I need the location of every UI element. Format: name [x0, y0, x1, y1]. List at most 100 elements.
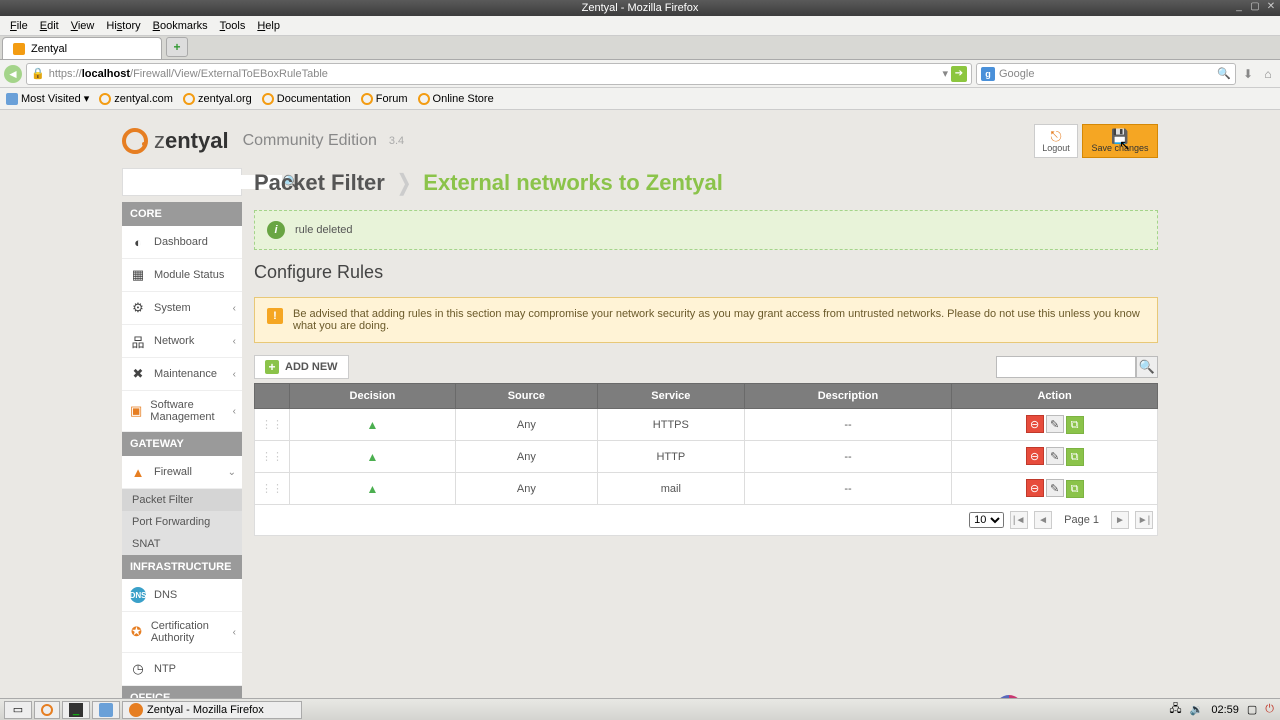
bookmark-link[interactable]: Documentation: [262, 93, 351, 105]
nav-back-button[interactable]: ◄: [4, 65, 22, 83]
pager-last-button[interactable]: ►|: [1135, 511, 1153, 529]
bookmark-link[interactable]: zentyal.com: [99, 93, 173, 105]
table-search-input[interactable]: [996, 356, 1136, 378]
menu-history[interactable]: History: [100, 20, 146, 32]
drag-handle-icon[interactable]: ⋮⋮: [255, 409, 290, 441]
url-input[interactable]: 🔒 https://localhost/Firewall/View/Extern…: [26, 63, 972, 85]
browser-search-input[interactable]: g Google 🔍: [976, 63, 1236, 85]
window-close-icon[interactable]: ✕: [1264, 0, 1278, 14]
pager-perpage-select[interactable]: 10: [969, 512, 1004, 528]
pager-next-button[interactable]: ►: [1111, 511, 1129, 529]
pager-first-button[interactable]: |◄: [1010, 511, 1028, 529]
sidebar-sub-snat[interactable]: SNAT: [122, 533, 242, 555]
alert-success: i rule deleted: [254, 210, 1158, 250]
chevron-left-icon: ‹: [233, 303, 236, 314]
row-edit-button[interactable]: ✎: [1046, 447, 1064, 465]
url-history-dropdown-icon[interactable]: ▾: [939, 67, 951, 80]
browser-tabbar: Zentyal +: [0, 36, 1280, 60]
taskbar-launcher-files[interactable]: [92, 701, 120, 719]
zentyal-icon: [41, 704, 53, 716]
row-clone-button[interactable]: ⧉: [1066, 480, 1084, 498]
menu-file[interactable]: FFileile: [4, 20, 34, 32]
pager-prev-button[interactable]: ◄: [1034, 511, 1052, 529]
sidebar-search[interactable]: 🔍: [122, 168, 242, 196]
cell-actions: ⊖✎⧉: [952, 473, 1158, 505]
window-minimize-icon[interactable]: _: [1232, 0, 1246, 14]
downloads-icon[interactable]: ⬇: [1240, 66, 1256, 82]
folder-icon: [6, 93, 18, 105]
tray-volume-icon[interactable]: 🔉: [1188, 703, 1206, 716]
cell-source: Any: [455, 409, 597, 441]
row-clone-button[interactable]: ⧉: [1066, 448, 1084, 466]
new-tab-button[interactable]: +: [166, 37, 188, 57]
menu-tools[interactable]: Tools: [214, 20, 252, 32]
row-clone-button[interactable]: ⧉: [1066, 416, 1084, 434]
sidebar-item-module-status[interactable]: ▦Module Status: [122, 259, 242, 292]
chevron-left-icon: ‹: [233, 406, 236, 417]
save-changes-button[interactable]: 💾 Save changes ↖: [1082, 124, 1158, 158]
table-row: ⋮⋮▲AnyHTTP--⊖✎⧉: [255, 441, 1158, 473]
row-delete-button[interactable]: ⊖: [1026, 479, 1044, 497]
row-delete-button[interactable]: ⊖: [1026, 415, 1044, 433]
sidebar-item-dns[interactable]: DNSDNS: [122, 579, 242, 612]
menu-help[interactable]: Help: [251, 20, 286, 32]
taskbar-window-firefox[interactable]: Zentyal - Mozilla Firefox: [122, 701, 302, 719]
search-placeholder: Google: [999, 68, 1034, 80]
drag-handle-icon[interactable]: ⋮⋮: [255, 441, 290, 473]
sidebar-item-firewall[interactable]: ▲Firewall⌄: [122, 456, 242, 489]
taskbar-launcher-zentyal[interactable]: [34, 701, 60, 719]
window-titlebar: Zentyal - Mozilla Firefox _ ▢ ✕: [0, 0, 1280, 16]
main-content: Packet Filter ❭ External networks to Zen…: [254, 168, 1158, 536]
table-pager: 10 |◄ ◄ Page 1 ► ►|: [254, 505, 1158, 536]
sidebar-item-network[interactable]: 品Network‹: [122, 325, 242, 358]
search-engine-icon[interactable]: g: [981, 67, 995, 81]
save-icon: 💾: [1111, 129, 1128, 143]
cell-service: mail: [597, 473, 744, 505]
logout-button[interactable]: ⎋ Logout: [1034, 124, 1078, 158]
sidebar-sub-port-forwarding[interactable]: Port Forwarding: [122, 511, 242, 533]
cell-description: --: [744, 441, 951, 473]
logout-icon: ⎋: [1050, 129, 1061, 143]
sidebar-item-software[interactable]: ▣Software Management‹: [122, 391, 242, 432]
favicon-icon: [13, 43, 25, 55]
tray-notifications-icon[interactable]: ▢: [1245, 703, 1259, 716]
window-maximize-icon[interactable]: ▢: [1248, 0, 1262, 14]
bookmark-link[interactable]: Online Store: [418, 93, 494, 105]
table-search-button[interactable]: 🔍: [1136, 356, 1158, 378]
breadcrumb-parent[interactable]: Packet Filter: [254, 170, 385, 196]
table-row: ⋮⋮▲AnyHTTPS--⊖✎⧉: [255, 409, 1158, 441]
chevron-left-icon: ‹: [233, 369, 236, 380]
tray-clock[interactable]: 02:59: [1209, 704, 1241, 716]
chevron-left-icon: ‹: [233, 336, 236, 347]
th-service: Service: [597, 384, 744, 409]
brand-logo[interactable]: zentyal Community Edition 3.4: [122, 128, 404, 154]
add-new-button[interactable]: + ADD NEW: [254, 355, 349, 379]
sidebar-item-ntp[interactable]: ◷NTP: [122, 653, 242, 686]
menu-bookmarks[interactable]: Bookmarks: [147, 20, 214, 32]
sidebar-item-system[interactable]: ⚙System‹: [122, 292, 242, 325]
desktop-icon: ▭: [11, 703, 25, 717]
bookmark-link[interactable]: zentyal.org: [183, 93, 252, 105]
taskbar-show-desktop[interactable]: ▭: [4, 701, 32, 719]
menu-view[interactable]: View: [65, 20, 101, 32]
sidebar-sub-packet-filter[interactable]: Packet Filter: [122, 489, 242, 511]
search-go-icon[interactable]: 🔍: [1217, 67, 1231, 80]
home-icon[interactable]: ⌂: [1260, 66, 1276, 82]
url-go-button[interactable]: ➔: [951, 66, 967, 82]
browser-tab-active[interactable]: Zentyal: [2, 37, 162, 59]
bookmark-link[interactable]: Forum: [361, 93, 408, 105]
menu-edit[interactable]: Edit: [34, 20, 65, 32]
taskbar-launcher-terminal[interactable]: _: [62, 701, 90, 719]
drag-handle-icon[interactable]: ⋮⋮: [255, 473, 290, 505]
row-edit-button[interactable]: ✎: [1046, 415, 1064, 433]
sidebar-item-ca[interactable]: ✪Certification Authority‹: [122, 612, 242, 653]
alert-success-text: rule deleted: [295, 224, 353, 236]
tray-network-icon[interactable]: 🖧: [1167, 700, 1183, 719]
sidebar-item-maintenance[interactable]: ✖Maintenance‹: [122, 358, 242, 391]
accept-icon: ▲: [367, 482, 379, 496]
row-delete-button[interactable]: ⊖: [1026, 447, 1044, 465]
sidebar-item-dashboard[interactable]: ◐Dashboard: [122, 226, 242, 259]
tray-power-icon[interactable]: ⏻: [1263, 703, 1276, 716]
row-edit-button[interactable]: ✎: [1046, 479, 1064, 497]
bookmark-most-visited[interactable]: Most Visited▾: [6, 92, 89, 105]
